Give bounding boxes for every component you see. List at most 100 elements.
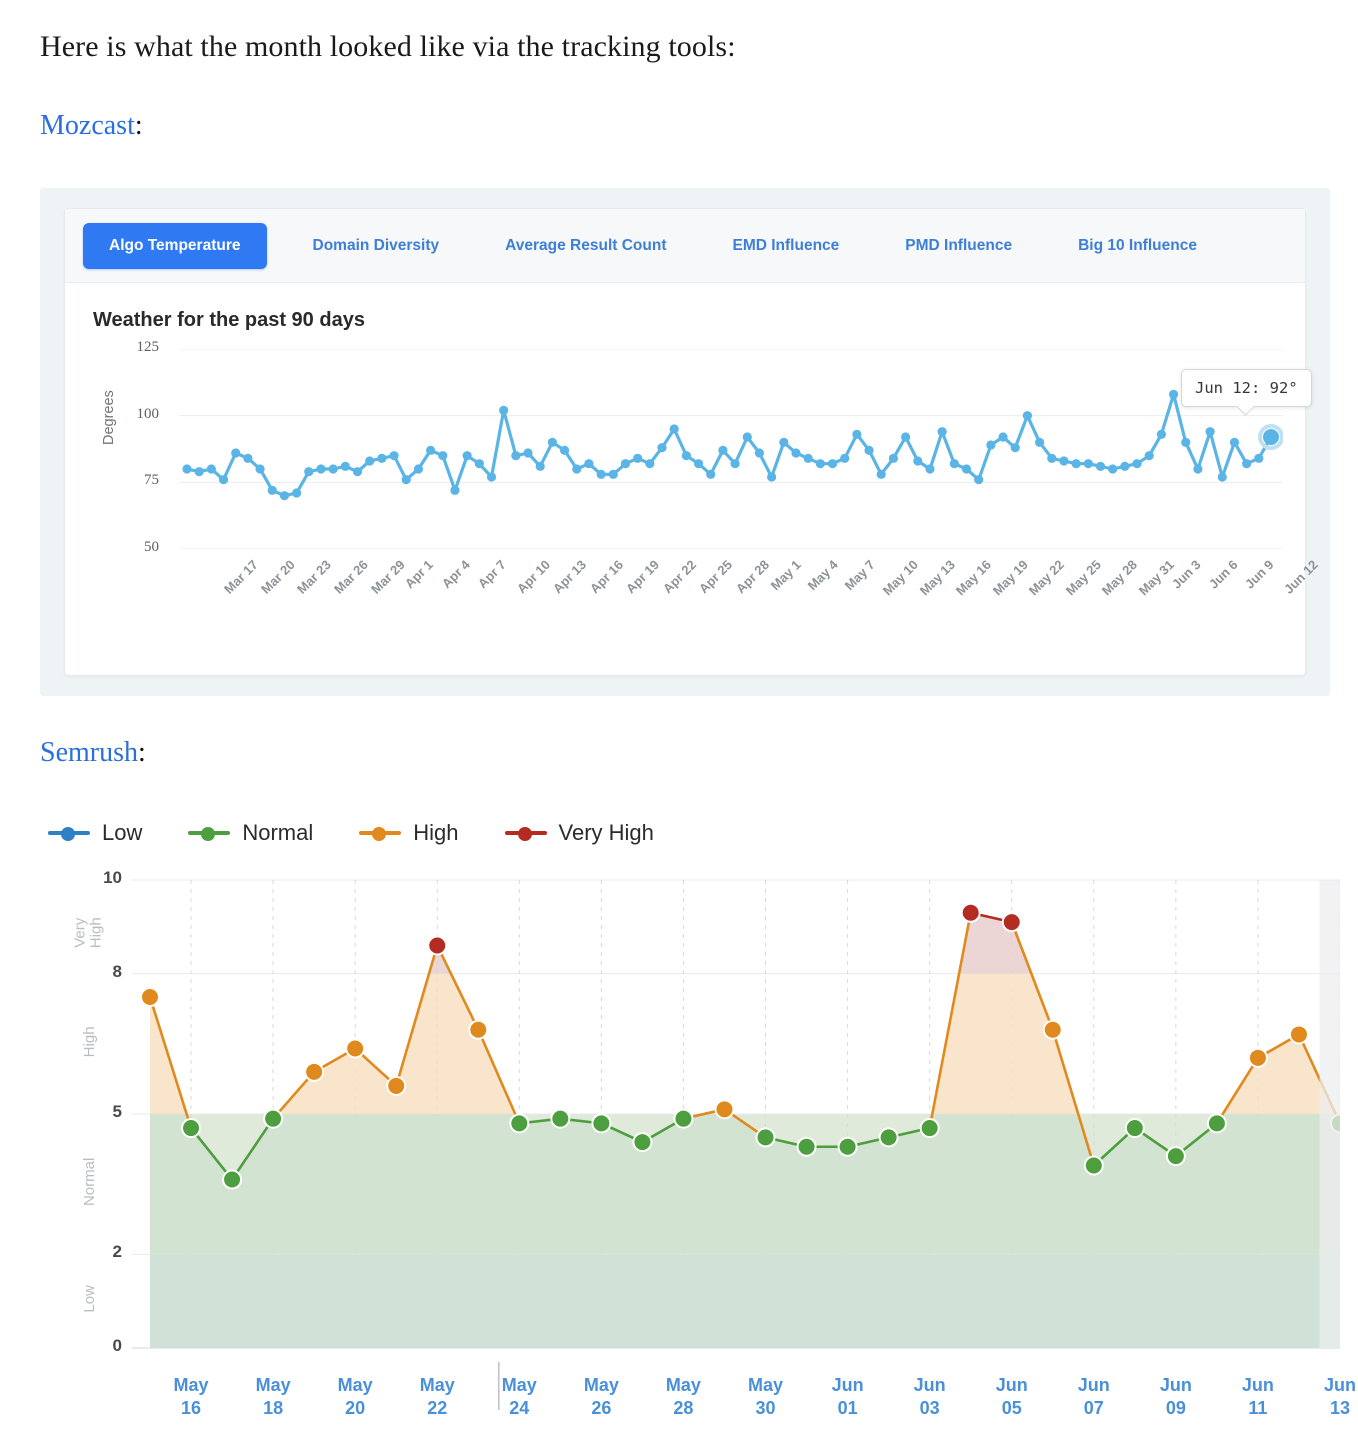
mozcast-x-tick: May 16 [952,557,995,599]
semrush-x-tick-month: May [665,1375,701,1395]
semrush-x-tick-month: Jun [1159,1375,1192,1395]
mozcast-x-tick: May 4 [804,557,841,594]
mozcast-x-tick: May 25 [1062,557,1104,599]
mozcast-x-tick: Mar 26 [331,557,371,597]
mozcast-y-tick: 100 [136,405,160,422]
semrush-x-tick-day: 24 [509,1397,530,1418]
mozcast-heading: Mozcast: [40,110,143,142]
semrush-widget: Low Normal High Very High 10 8 5 2 0 Very High Hi… [40,806,1356,1426]
semrush-x-tick: Jun 03 [890,1374,970,1419]
semrush-x-tick: Jun 09 [1136,1374,1216,1419]
legend-label: Normal [242,820,314,845]
tab-algo-temperature[interactable]: Algo Temperature [83,222,267,269]
semrush-plot: 10 8 5 2 0 Very High High Normal Low May 16 May 18 Ma… [40,868,1356,1426]
mozcast-x-tick: May 19 [989,557,1031,599]
mozcast-x-tick: Apr 22 [659,557,699,597]
semrush-x-tick: Jun 11 [1218,1374,1298,1419]
mozcast-x-tick: May 10 [879,557,922,599]
semrush-x-tick-month: May [583,1375,619,1395]
semrush-x-tick-month: May [419,1375,455,1395]
semrush-x-tick-month: Jun [995,1375,1028,1395]
mozcast-y-tick: 125 [136,339,160,355]
mozcast-line-svg [179,349,1283,549]
semrush-band-label: High [81,1026,99,1058]
semrush-x-tick: Jun 01 [808,1374,888,1419]
mozcast-x-tick: Apr 13 [550,557,590,597]
mozcast-x-tick: May 1 [768,557,805,594]
semrush-x-tick-month: May [337,1375,373,1395]
semrush-x-tick: May 16 [151,1374,231,1419]
semrush-x-tick: May 30 [726,1374,806,1419]
semrush-x-tick-month: May [255,1375,291,1395]
semrush-band-label: Low [81,1285,99,1313]
semrush-area-svg [132,879,1340,1410]
semrush-x-tick-day: 18 [263,1397,284,1418]
mozcast-x-tick: May 22 [1025,557,1068,599]
semrush-x-tick: May 22 [397,1374,477,1419]
semrush-x-tick-month: Jun [1323,1375,1356,1395]
tab-emd-influence[interactable]: EMD Influence [732,237,839,255]
mozcast-x-tick: Mar 29 [367,557,408,597]
semrush-x-tick: May 24 [479,1374,559,1419]
legend-marker-icon [48,827,90,841]
mozcast-widget: Algo Temperature Domain Diversity Average … [40,188,1330,696]
semrush-x-tick: Jun 13 [1300,1374,1358,1419]
legend-marker-icon [188,827,231,841]
mozcast-x-tick: Jun 6 [1205,557,1241,592]
semrush-x-tick: May 26 [561,1374,641,1419]
legend-marker-icon [504,827,547,841]
semrush-x-tick-month: Jun [1241,1375,1274,1395]
mozcast-x-tick: Apr 7 [474,557,509,592]
semrush-band-label: Very High [71,917,104,948]
legend-label: High [413,820,459,845]
semrush-x-tick-day: 16 [181,1397,202,1418]
mozcast-card: Algo Temperature Domain Diversity Average … [64,208,1321,676]
semrush-x-tick-month: May [173,1375,209,1395]
tab-average-result-count[interactable]: Average Result Count [505,237,666,255]
mozcast-x-axis: Mar 17 Mar 20 Mar 23 Mar 26 Mar 29 Apr 1 Apr 4… [179,551,1320,641]
tab-big-10-influence[interactable]: Big 10 Influence [1078,237,1197,255]
legend-item-very-high[interactable]: Very High [504,820,654,846]
mozcast-plot: Degrees 125 100 75 50 Mar 17 Mar 20 Mar 23 Mar … [93,339,1321,649]
semrush-x-tick-day: 26 [591,1397,612,1418]
semrush-x-tick: May 28 [643,1374,723,1419]
mozcast-x-tick: Jun 9 [1242,557,1278,592]
semrush-x-tick-month: Jun [913,1375,946,1395]
legend-item-high[interactable]: High [359,820,459,846]
mozcast-y-tick: 75 [144,472,159,489]
semrush-legend: Low Normal High Very High [48,820,654,846]
semrush-link[interactable]: Semrush [40,737,138,768]
semrush-x-tick-day: 30 [755,1397,776,1418]
mozcast-x-tick: Mar 20 [257,557,298,597]
page-root: Here is what the month looked like via t… [0,0,1358,1430]
semrush-x-tick-day: 01 [837,1397,858,1418]
semrush-x-tick-month: Jun [1077,1375,1110,1395]
mozcast-link[interactable]: Mozcast [40,110,135,141]
mozcast-x-tick: Mar 23 [294,557,335,597]
legend-item-normal[interactable]: Normal [188,820,313,846]
legend-label: Very High [558,820,654,845]
semrush-x-axis: May 16 May 18 May 20 May 22 May 24 May 26 May 28 May 30… [40,1360,1356,1426]
mozcast-tooltip: Jun 12: 92° [1181,369,1312,407]
semrush-x-tick-day: 05 [1001,1397,1022,1418]
semrush-x-tick-day: 03 [919,1397,940,1418]
semrush-heading: Semrush: [40,737,146,769]
mozcast-chart-title: Weather for the past 90 days [93,309,365,331]
semrush-x-tick-day: 11 [1248,1397,1268,1418]
semrush-x-tick: Jun 05 [972,1374,1052,1419]
tab-pmd-influence[interactable]: PMD Influence [905,237,1012,255]
semrush-x-tick: May 20 [315,1374,395,1419]
mozcast-x-tick: Apr 10 [513,557,553,597]
semrush-x-tick-day: 07 [1083,1397,1104,1418]
legend-item-low[interactable]: Low [48,820,142,846]
mozcast-x-tick: Jun 12 [1281,557,1321,597]
mozcast-x-tick: Apr 1 [401,557,436,592]
semrush-x-tick-day: 13 [1329,1397,1351,1418]
semrush-y-tick: 8 [112,961,122,981]
semrush-y-tick: 10 [103,868,122,887]
mozcast-colon: : [134,110,143,141]
mozcast-x-tick: Mar 17 [221,557,262,597]
mozcast-x-tick: May 13 [916,557,958,599]
semrush-y-tick: 5 [112,1102,122,1121]
tab-domain-diversity[interactable]: Domain Diversity [313,237,440,255]
